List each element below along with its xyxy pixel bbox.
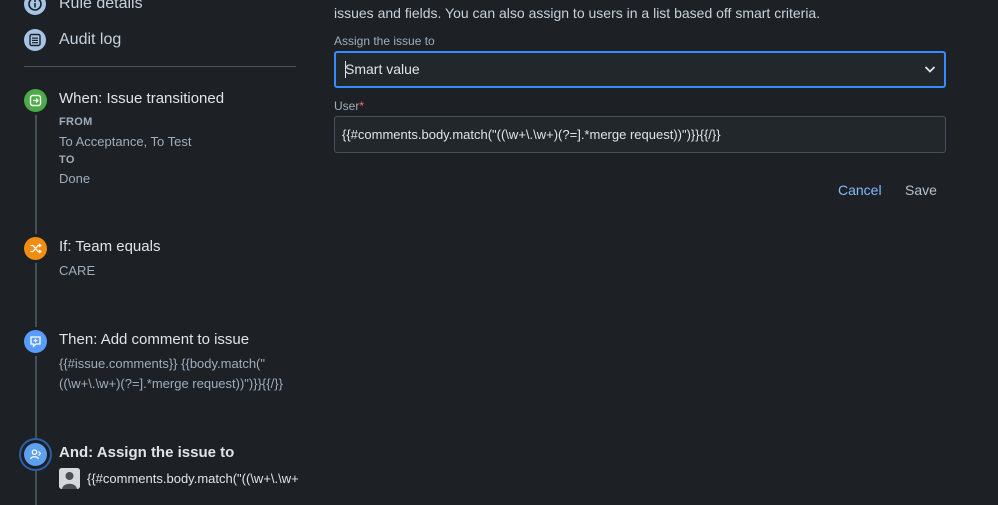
trigger-step[interactable]: When: Issue transitioned FROM To Accepta…: [24, 89, 304, 189]
transition-icon: [24, 89, 47, 112]
assign-action-value: {{#comments.body.match("((\w+\.\w+: [87, 471, 299, 486]
comment-action-title: Then: Add comment to issue: [59, 331, 250, 348]
from-value: To Acceptance, To Test: [59, 134, 192, 149]
trigger-title: When: Issue transitioned: [59, 90, 225, 107]
user-smart-value-input[interactable]: {{#comments.body.match("((\w+\.\w+)(?=].…: [334, 116, 946, 153]
condition-title: If: Team equals: [59, 238, 161, 255]
shuffle-icon: [24, 237, 47, 260]
chevron-down-icon[interactable]: [922, 61, 938, 82]
assign-issue-select[interactable]: Smart value: [334, 51, 946, 88]
user-input-value: {{#comments.body.match("((\w+\.\w+)(?=].…: [342, 127, 721, 142]
user-field-label: User*: [334, 99, 364, 113]
from-label: FROM: [59, 116, 93, 128]
sidebar-divider: [24, 66, 296, 67]
user-avatar: [59, 468, 80, 489]
comment-action-step[interactable]: Then: Add comment to issue {{#issue.comm…: [24, 330, 304, 396]
assign-action-step[interactable]: And: Assign the issue to {{#comments.bod…: [24, 443, 310, 493]
rule-sidebar: Rule details Audit log When: Issue trans…: [0, 0, 310, 505]
assign-action-title: And: Assign the issue to: [59, 444, 235, 461]
assign-user-icon: [24, 443, 47, 466]
comment-icon: [24, 330, 47, 353]
assign-action-value-row: {{#comments.body.match("((\w+\.\w+: [59, 468, 299, 490]
to-value: Done: [59, 171, 91, 186]
menu-item-audit-log[interactable]: Audit log: [24, 28, 121, 52]
cancel-button[interactable]: Cancel: [838, 182, 882, 198]
info-icon: [24, 0, 46, 15]
assign-select-value: Smart value: [345, 61, 420, 77]
save-button[interactable]: Save: [905, 182, 937, 198]
assign-description: issues and fields. You can also assign t…: [334, 5, 821, 21]
text-cursor: [345, 61, 346, 78]
menu-label: Audit log: [59, 31, 122, 48]
list-icon: [24, 29, 46, 51]
required-mark: *: [359, 99, 365, 113]
comment-action-value-line1: {{#issue.comments}} {{body.match(": [59, 356, 265, 371]
menu-label: Rule details: [59, 0, 143, 12]
to-label: TO: [59, 154, 75, 166]
assign-field-label: Assign the issue to: [334, 34, 435, 48]
user-label-text: User: [334, 99, 360, 113]
condition-value: CARE: [59, 263, 96, 278]
condition-step[interactable]: If: Team equals CARE: [24, 237, 304, 283]
comment-action-value-line2: ((\w+\.\w+)(?=].*merge request))")}}{{/}…: [59, 376, 283, 391]
menu-item-rule-details[interactable]: Rule details: [24, 0, 143, 16]
